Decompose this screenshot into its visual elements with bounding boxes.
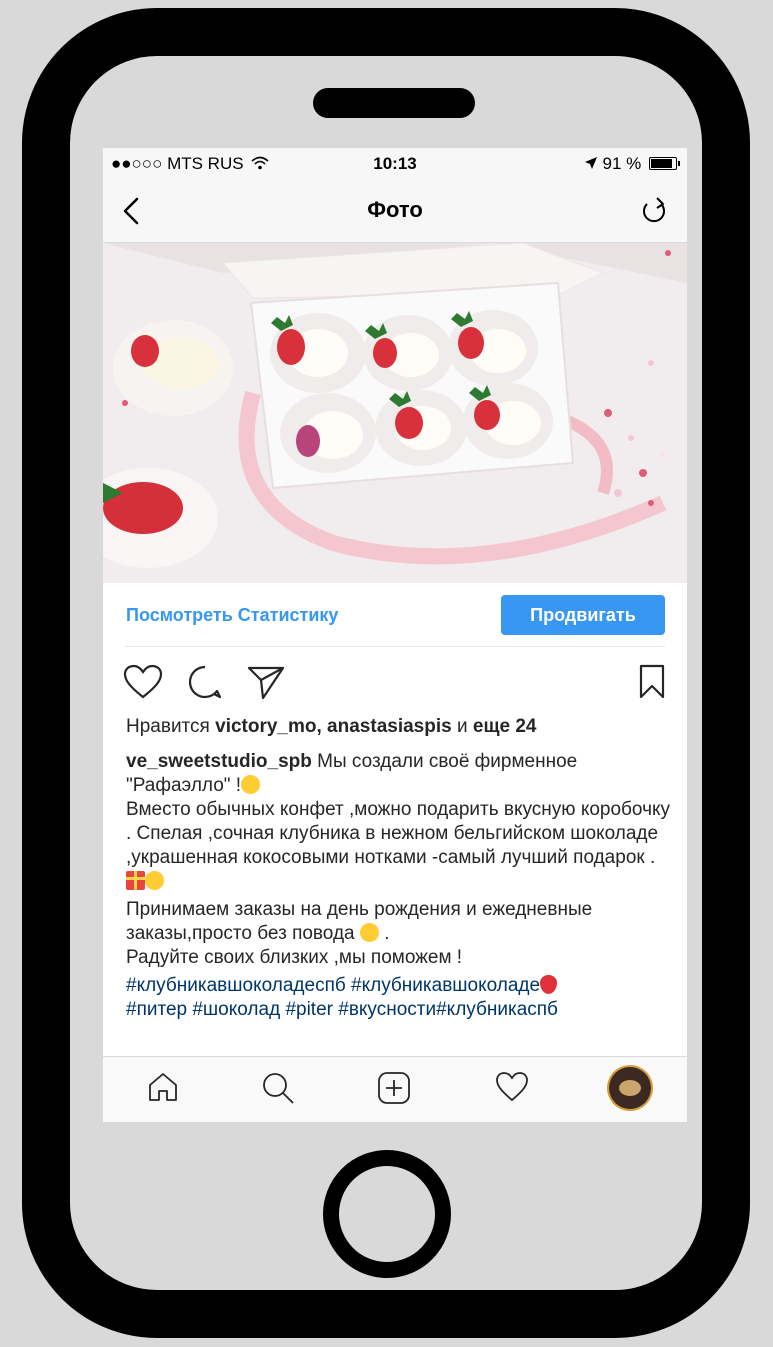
caption-line3-end: . xyxy=(378,923,390,944)
status-bar: ●●○○○ MTS RUS 10:13 91 % xyxy=(103,148,687,182)
caption-line4: Радуйте своих близких ,мы поможем ! xyxy=(126,947,463,968)
home-icon[interactable] xyxy=(147,1071,179,1103)
caption-intro: ve_sweetstudio_spb Мы создали своё фирме… xyxy=(126,750,671,798)
hashtags-line2[interactable]: #питер #шоколад #piter #вкусности#клубни… xyxy=(126,998,671,1022)
caption-closing: Радуйте своих близких ,мы поможем ! xyxy=(126,946,671,970)
promo-bar: Посмотреть Статистику Продвигать xyxy=(103,583,687,647)
gift-emoji-icon xyxy=(126,871,145,890)
post-photo[interactable] xyxy=(103,243,687,583)
strawberries-photo xyxy=(103,243,687,583)
smiling-emoji-icon xyxy=(145,871,164,890)
nav-bar: Фото xyxy=(103,182,687,243)
page-title: Фото xyxy=(367,197,423,222)
promote-button[interactable]: Продвигать xyxy=(501,595,665,635)
caption-paragraph: Вместо обычных конфет ,можно подарить вк… xyxy=(126,798,671,870)
caption-username[interactable]: ve_sweetstudio_spb xyxy=(126,751,312,772)
grinning-emoji-icon xyxy=(359,923,379,942)
hashtags-line1[interactable]: #клубникавшоколадеспб #клубникавшоколаде xyxy=(126,974,671,998)
likes-line: Нравится victory_mo, anastasiaspis и еще… xyxy=(126,716,536,738)
bookmark-icon[interactable] xyxy=(639,664,665,700)
add-post-icon[interactable] xyxy=(377,1071,411,1105)
activity-heart-icon[interactable] xyxy=(495,1071,529,1103)
bottom-tab-bar xyxy=(103,1056,687,1122)
location-arrow-icon xyxy=(584,157,597,169)
share-icon[interactable] xyxy=(247,664,285,700)
app-screen: ●●○○○ MTS RUS 10:13 91 % Фото Посмотреть… xyxy=(103,148,687,1122)
post-actions xyxy=(103,660,687,710)
divider xyxy=(125,646,665,647)
battery-percent: 91 % xyxy=(602,154,642,173)
view-insights-link[interactable]: Посмотреть Статистику xyxy=(126,605,338,626)
phone-home-button[interactable] xyxy=(323,1150,451,1278)
comment-icon[interactable] xyxy=(187,664,223,700)
search-icon[interactable] xyxy=(261,1071,295,1105)
refresh-icon[interactable] xyxy=(639,195,669,227)
phone-speaker xyxy=(313,88,475,118)
liked-by-users[interactable]: victory_mo, anastasiaspis xyxy=(215,716,452,737)
caption-emojis xyxy=(126,870,671,894)
likes-more[interactable]: еще 24 xyxy=(473,716,537,737)
likes-prefix: Нравится xyxy=(126,716,216,737)
strawberry-emoji-icon xyxy=(540,975,558,994)
caption-line2: Вместо обычных конфет ,можно подарить вк… xyxy=(126,799,670,868)
battery-icon xyxy=(649,157,680,170)
post-caption: ve_sweetstudio_spb Мы создали своё фирме… xyxy=(126,750,671,1022)
hashtags-text2[interactable]: #питер #шоколад #piter #вкусности#клубни… xyxy=(126,999,558,1020)
likes-and: и xyxy=(451,716,473,737)
caption-line3: Принимаем заказы на день рождения и ежед… xyxy=(126,899,593,944)
hashtags-text1[interactable]: #клубникавшоколадеспб #клубникавшоколаде xyxy=(126,975,540,996)
smiling-emoji-icon xyxy=(241,775,261,794)
heart-icon[interactable] xyxy=(123,664,163,700)
caption-orders: Принимаем заказы на день рождения и ежед… xyxy=(126,898,671,946)
status-right: 91 % xyxy=(584,154,680,174)
profile-avatar[interactable] xyxy=(609,1067,651,1109)
